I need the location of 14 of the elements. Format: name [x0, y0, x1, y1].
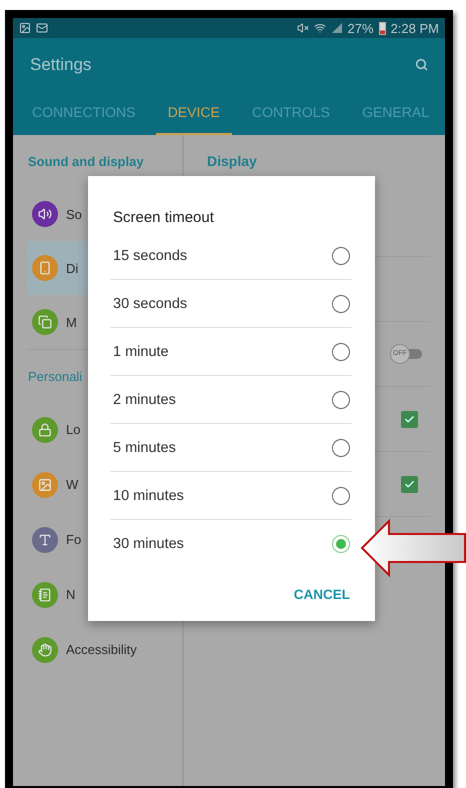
option-label: 10 minutes — [113, 488, 184, 504]
dialog-title: Screen timeout — [113, 208, 214, 228]
option-label: 2 minutes — [113, 392, 176, 408]
battery-percent: 27% — [348, 20, 374, 36]
section-header: Sound and display — [27, 152, 144, 171]
option-label: 15 seconds — [113, 248, 188, 264]
app-title: Settings — [30, 54, 92, 74]
clock-time: 2:28 PM — [390, 20, 439, 36]
section-header: Display — [207, 153, 257, 169]
option-label: 1 minute — [113, 344, 169, 360]
section-header: Personali — [27, 368, 82, 386]
option-label: 30 seconds — [113, 296, 188, 312]
option-label: 5 minutes — [113, 440, 176, 456]
option-label: 30 minutes — [113, 536, 184, 552]
